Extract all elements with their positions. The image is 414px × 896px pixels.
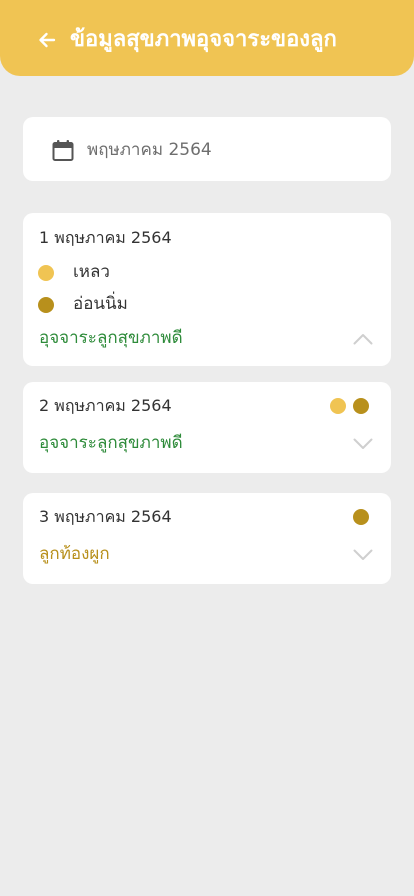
arrow-left-icon <box>39 32 56 48</box>
chevron-down-icon[interactable] <box>353 438 373 450</box>
entry-date: 1 พฤษภาคม 2564 <box>39 228 172 247</box>
daily-entry-card[interactable]: 1 พฤษภาคม 2564 เหลว อ่อนนิ่ม อุจจาระลูกส… <box>23 213 391 366</box>
stool-color-dot-brown <box>38 297 54 313</box>
chevron-up-icon[interactable] <box>353 333 373 345</box>
daily-entry-card[interactable]: 2 พฤษภาคม 2564 อุจจาระลูกสุขภาพดี <box>23 382 391 473</box>
entry-date: 2 พฤษภาคม 2564 <box>39 396 172 415</box>
calendar-icon <box>52 140 74 161</box>
daily-entry-card[interactable]: 3 พฤษภาคม 2564 ลูกท้องผูก <box>23 493 391 584</box>
selected-month: พฤษภาคม 2564 <box>87 140 212 160</box>
health-status: อุจจาระลูกสุขภาพดี <box>39 328 183 348</box>
app-header: ข้อมูลสุขภาพอุจจาระของลูก <box>0 0 414 76</box>
stool-color-dot-yellow <box>330 398 346 414</box>
stool-type-label: เหลว <box>73 262 110 282</box>
back-button[interactable] <box>36 29 58 51</box>
stool-color-dot-brown <box>353 398 369 414</box>
chevron-down-icon[interactable] <box>353 549 373 561</box>
stool-color-dot-yellow <box>38 265 54 281</box>
entry-date: 3 พฤษภาคม 2564 <box>39 507 172 526</box>
month-picker[interactable]: พฤษภาคม 2564 <box>23 117 391 181</box>
stool-color-dot-brown <box>353 509 369 525</box>
stool-type-label: อ่อนนิ่ม <box>73 294 128 314</box>
health-status: อุจจาระลูกสุขภาพดี <box>39 433 183 453</box>
health-status: ลูกท้องผูก <box>39 544 110 564</box>
page-title: ข้อมูลสุขภาพอุจจาระของลูก <box>70 27 337 52</box>
